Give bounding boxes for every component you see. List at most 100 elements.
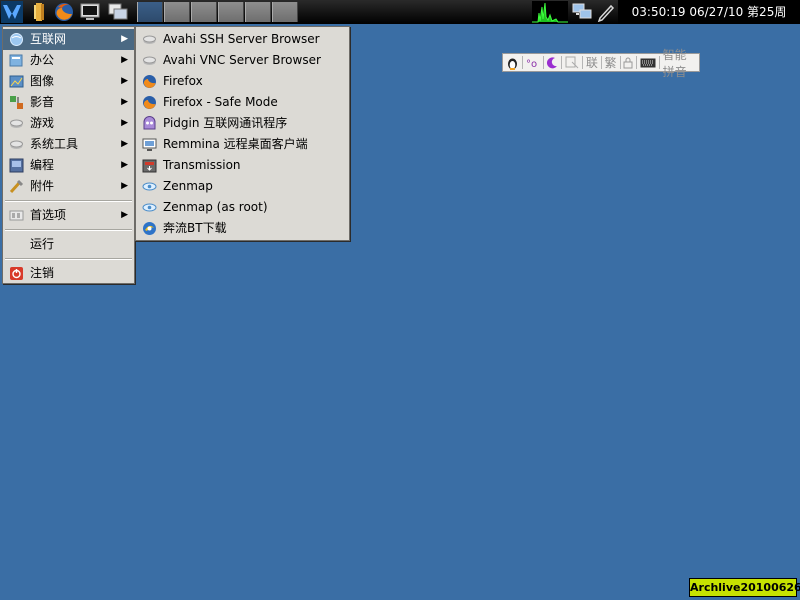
half-width-moon-icon[interactable] xyxy=(546,56,558,69)
toolbar-separator xyxy=(582,56,583,69)
firefox-launcher-icon[interactable] xyxy=(53,1,75,23)
toolbar-separator xyxy=(561,56,563,69)
accessories-icon xyxy=(9,179,24,194)
menu-separator xyxy=(5,258,132,260)
submenu-item-pidgin[interactable]: Pidgin 互联网通讯程序 xyxy=(136,113,349,134)
avahi-icon xyxy=(142,53,157,68)
workspace-3[interactable] xyxy=(191,2,217,22)
traditional-chinese-toggle[interactable]: 繁 xyxy=(605,54,617,71)
menu-separator xyxy=(5,200,132,202)
main-menu-logo-icon[interactable] xyxy=(1,1,23,23)
remmina-icon xyxy=(142,137,157,152)
submenu-item-remmina[interactable]: Remmina 远程桌面客户端 xyxy=(136,134,349,155)
menu-item-label: 运行 xyxy=(30,237,55,251)
submenu-item-avahi-vnc[interactable]: Avahi VNC Server Browser xyxy=(136,50,349,71)
submenu-item-label: Transmission xyxy=(163,158,241,172)
bt-download-icon xyxy=(142,221,157,236)
zenmap-icon xyxy=(142,179,157,194)
office-icon xyxy=(9,53,24,68)
submenu-arrow-icon: ▶ xyxy=(121,97,128,107)
menu-item-preferences[interactable]: 首选项 ▶ xyxy=(3,205,134,226)
zenmap-icon xyxy=(142,200,157,215)
pen-edit-icon[interactable] xyxy=(595,1,617,23)
submenu-item-firefox-safe-mode[interactable]: Firefox - Safe Mode xyxy=(136,92,349,113)
menu-item-label: 办公 xyxy=(30,53,55,67)
association-toggle[interactable]: 联 xyxy=(586,54,598,71)
version-label: Archlive20100626 xyxy=(689,578,800,597)
network-status-icon[interactable] xyxy=(571,1,593,23)
submenu-arrow-icon: ▶ xyxy=(121,34,128,44)
svg-text:°o: °o xyxy=(526,59,537,69)
workspace-6[interactable] xyxy=(272,2,298,22)
submenu-item-label: Firefox xyxy=(163,74,203,88)
submenu-item-zenmap-root[interactable]: Zenmap (as root) xyxy=(136,197,349,218)
toolbar-separator xyxy=(542,56,544,69)
top-panel: 03:50:19 06/27/10 第25周 xyxy=(0,0,800,24)
music-icon xyxy=(9,95,24,110)
panel-clock[interactable]: 03:50:19 06/27/10 第25周 xyxy=(618,0,800,24)
lock-icon[interactable] xyxy=(623,57,633,69)
input-method-name[interactable]: 智能拼音 xyxy=(663,46,696,80)
transmission-icon xyxy=(142,158,157,173)
toolbar-separator xyxy=(636,56,637,69)
firefox-icon xyxy=(142,74,157,89)
workspace-2[interactable] xyxy=(164,2,190,22)
menu-item-multimedia[interactable]: 影音 ▶ xyxy=(3,92,134,113)
menu-item-label: 系统工具 xyxy=(30,137,79,151)
menu-item-games[interactable]: 游戏 ▶ xyxy=(3,113,134,134)
workspace-4[interactable] xyxy=(218,2,244,22)
gamepad-icon xyxy=(9,116,24,131)
submenu-arrow-icon: ▶ xyxy=(121,181,128,191)
avahi-icon xyxy=(142,32,157,47)
menu-item-programming[interactable]: 编程 ▶ xyxy=(3,155,134,176)
submenu-arrow-icon: ▶ xyxy=(121,160,128,170)
penguin-icon[interactable] xyxy=(506,56,519,70)
file-manager-icon[interactable] xyxy=(28,1,50,23)
menu-item-label: 附件 xyxy=(30,179,55,193)
system-tools-icon xyxy=(9,137,24,152)
submenu-item-zenmap[interactable]: Zenmap xyxy=(136,176,349,197)
show-desktop-icon[interactable] xyxy=(107,1,129,23)
submenu-arrow-icon: ▶ xyxy=(121,210,128,220)
internet-submenu: Avahi SSH Server Browser Avahi VNC Serve… xyxy=(135,26,350,241)
punctuation-mode-icon[interactable]: °o xyxy=(526,57,540,69)
menu-item-logout[interactable]: 注销 xyxy=(3,263,134,284)
submenu-item-label: 奔流BT下载 xyxy=(163,221,227,235)
ime-toolbar: °o 联 繁 智能拼音 xyxy=(502,48,700,79)
workspace-1[interactable] xyxy=(137,2,163,22)
firefox-icon xyxy=(142,95,157,110)
menu-item-internet[interactable]: 互联网 ▶ xyxy=(3,29,134,50)
preferences-icon xyxy=(9,208,24,223)
submenu-item-transmission[interactable]: Transmission xyxy=(136,155,349,176)
terminal-launcher-icon[interactable] xyxy=(79,1,101,23)
submenu-item-label: Avahi SSH Server Browser xyxy=(163,32,320,46)
submenu-arrow-icon: ▶ xyxy=(121,118,128,128)
menu-separator xyxy=(5,229,132,231)
submenu-item-bt-download[interactable]: 奔流BT下载 xyxy=(136,218,349,239)
menu-item-office[interactable]: 办公 ▶ xyxy=(3,50,134,71)
menu-item-label: 编程 xyxy=(30,158,55,172)
submenu-item-firefox[interactable]: Firefox xyxy=(136,71,349,92)
pidgin-icon xyxy=(142,116,157,131)
toolbar-separator xyxy=(522,56,523,69)
submenu-item-label: Zenmap xyxy=(163,179,213,193)
menu-item-accessories[interactable]: 附件 ▶ xyxy=(3,176,134,197)
submenu-arrow-icon: ▶ xyxy=(121,76,128,86)
menu-item-graphics[interactable]: 图像 ▶ xyxy=(3,71,134,92)
globe-icon xyxy=(9,32,24,47)
submenu-item-label: Zenmap (as root) xyxy=(163,200,268,214)
menu-item-system-tools[interactable]: 系统工具 ▶ xyxy=(3,134,134,155)
menu-item-label: 注销 xyxy=(30,266,55,280)
soft-keyboard-icon[interactable] xyxy=(640,58,656,68)
logout-icon xyxy=(9,266,24,281)
programming-icon xyxy=(9,158,24,173)
submenu-arrow-icon: ▶ xyxy=(121,139,128,149)
submenu-item-label: Pidgin 互联网通讯程序 xyxy=(163,116,288,130)
submenu-item-avahi-ssh[interactable]: Avahi SSH Server Browser xyxy=(136,29,349,50)
handwriting-icon[interactable] xyxy=(565,56,579,69)
submenu-item-label: Avahi VNC Server Browser xyxy=(163,53,321,67)
workspace-5[interactable] xyxy=(245,2,271,22)
main-menu: 互联网 ▶ 办公 ▶ 图像 ▶ 影音 ▶ 游戏 ▶ 系统工具 ▶ 编程 ▶ 附件… xyxy=(2,26,135,284)
menu-item-run[interactable]: 运行 xyxy=(3,234,134,255)
cpu-monitor-graph[interactable] xyxy=(532,1,568,23)
